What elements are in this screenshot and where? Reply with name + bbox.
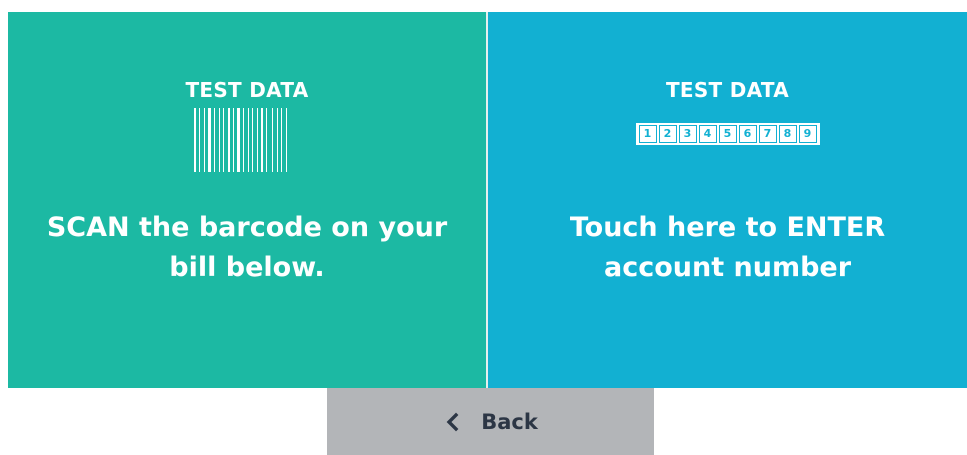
scan-instruction: SCAN the barcode on your bill below.	[18, 208, 476, 288]
digit-cell: 1	[638, 125, 657, 143]
chevron-left-icon	[446, 412, 459, 431]
digit-cell: 9	[798, 125, 817, 143]
digit-cell: 2	[658, 125, 677, 143]
digit-cell: 5	[718, 125, 737, 143]
enter-account-panel[interactable]: TEST DATA 1 2 3 4 5 6 7 8 9 Touch here t…	[488, 12, 967, 388]
digit-cell: 7	[758, 125, 777, 143]
enter-instruction-line1: Touch here to ENTER	[569, 212, 886, 243]
scan-instruction-line1: SCAN the barcode on your	[46, 212, 448, 243]
enter-instruction: Touch here to ENTER account number	[498, 208, 957, 288]
option-panels: TEST DATA SCAN the barcode on your bill …	[8, 12, 967, 388]
enter-test-data-label: TEST DATA	[665, 78, 790, 102]
back-button-label: Back	[481, 409, 538, 434]
account-digits-icon: 1 2 3 4 5 6 7 8 9	[635, 123, 820, 145]
scan-barcode-panel[interactable]: TEST DATA SCAN the barcode on your bill …	[8, 12, 488, 388]
digit-cell: 3	[678, 125, 697, 143]
digit-cell: 6	[738, 125, 757, 143]
digit-cell: 8	[778, 125, 797, 143]
enter-instruction-line2: account number	[603, 252, 852, 283]
back-button[interactable]: Back	[327, 388, 654, 455]
screen: TEST DATA SCAN the barcode on your bill …	[0, 0, 967, 455]
digit-cell: 4	[698, 125, 717, 143]
barcode-icon	[194, 108, 287, 172]
scan-instruction-line2: bill below.	[169, 252, 325, 283]
scan-test-data-label: TEST DATA	[185, 78, 309, 102]
